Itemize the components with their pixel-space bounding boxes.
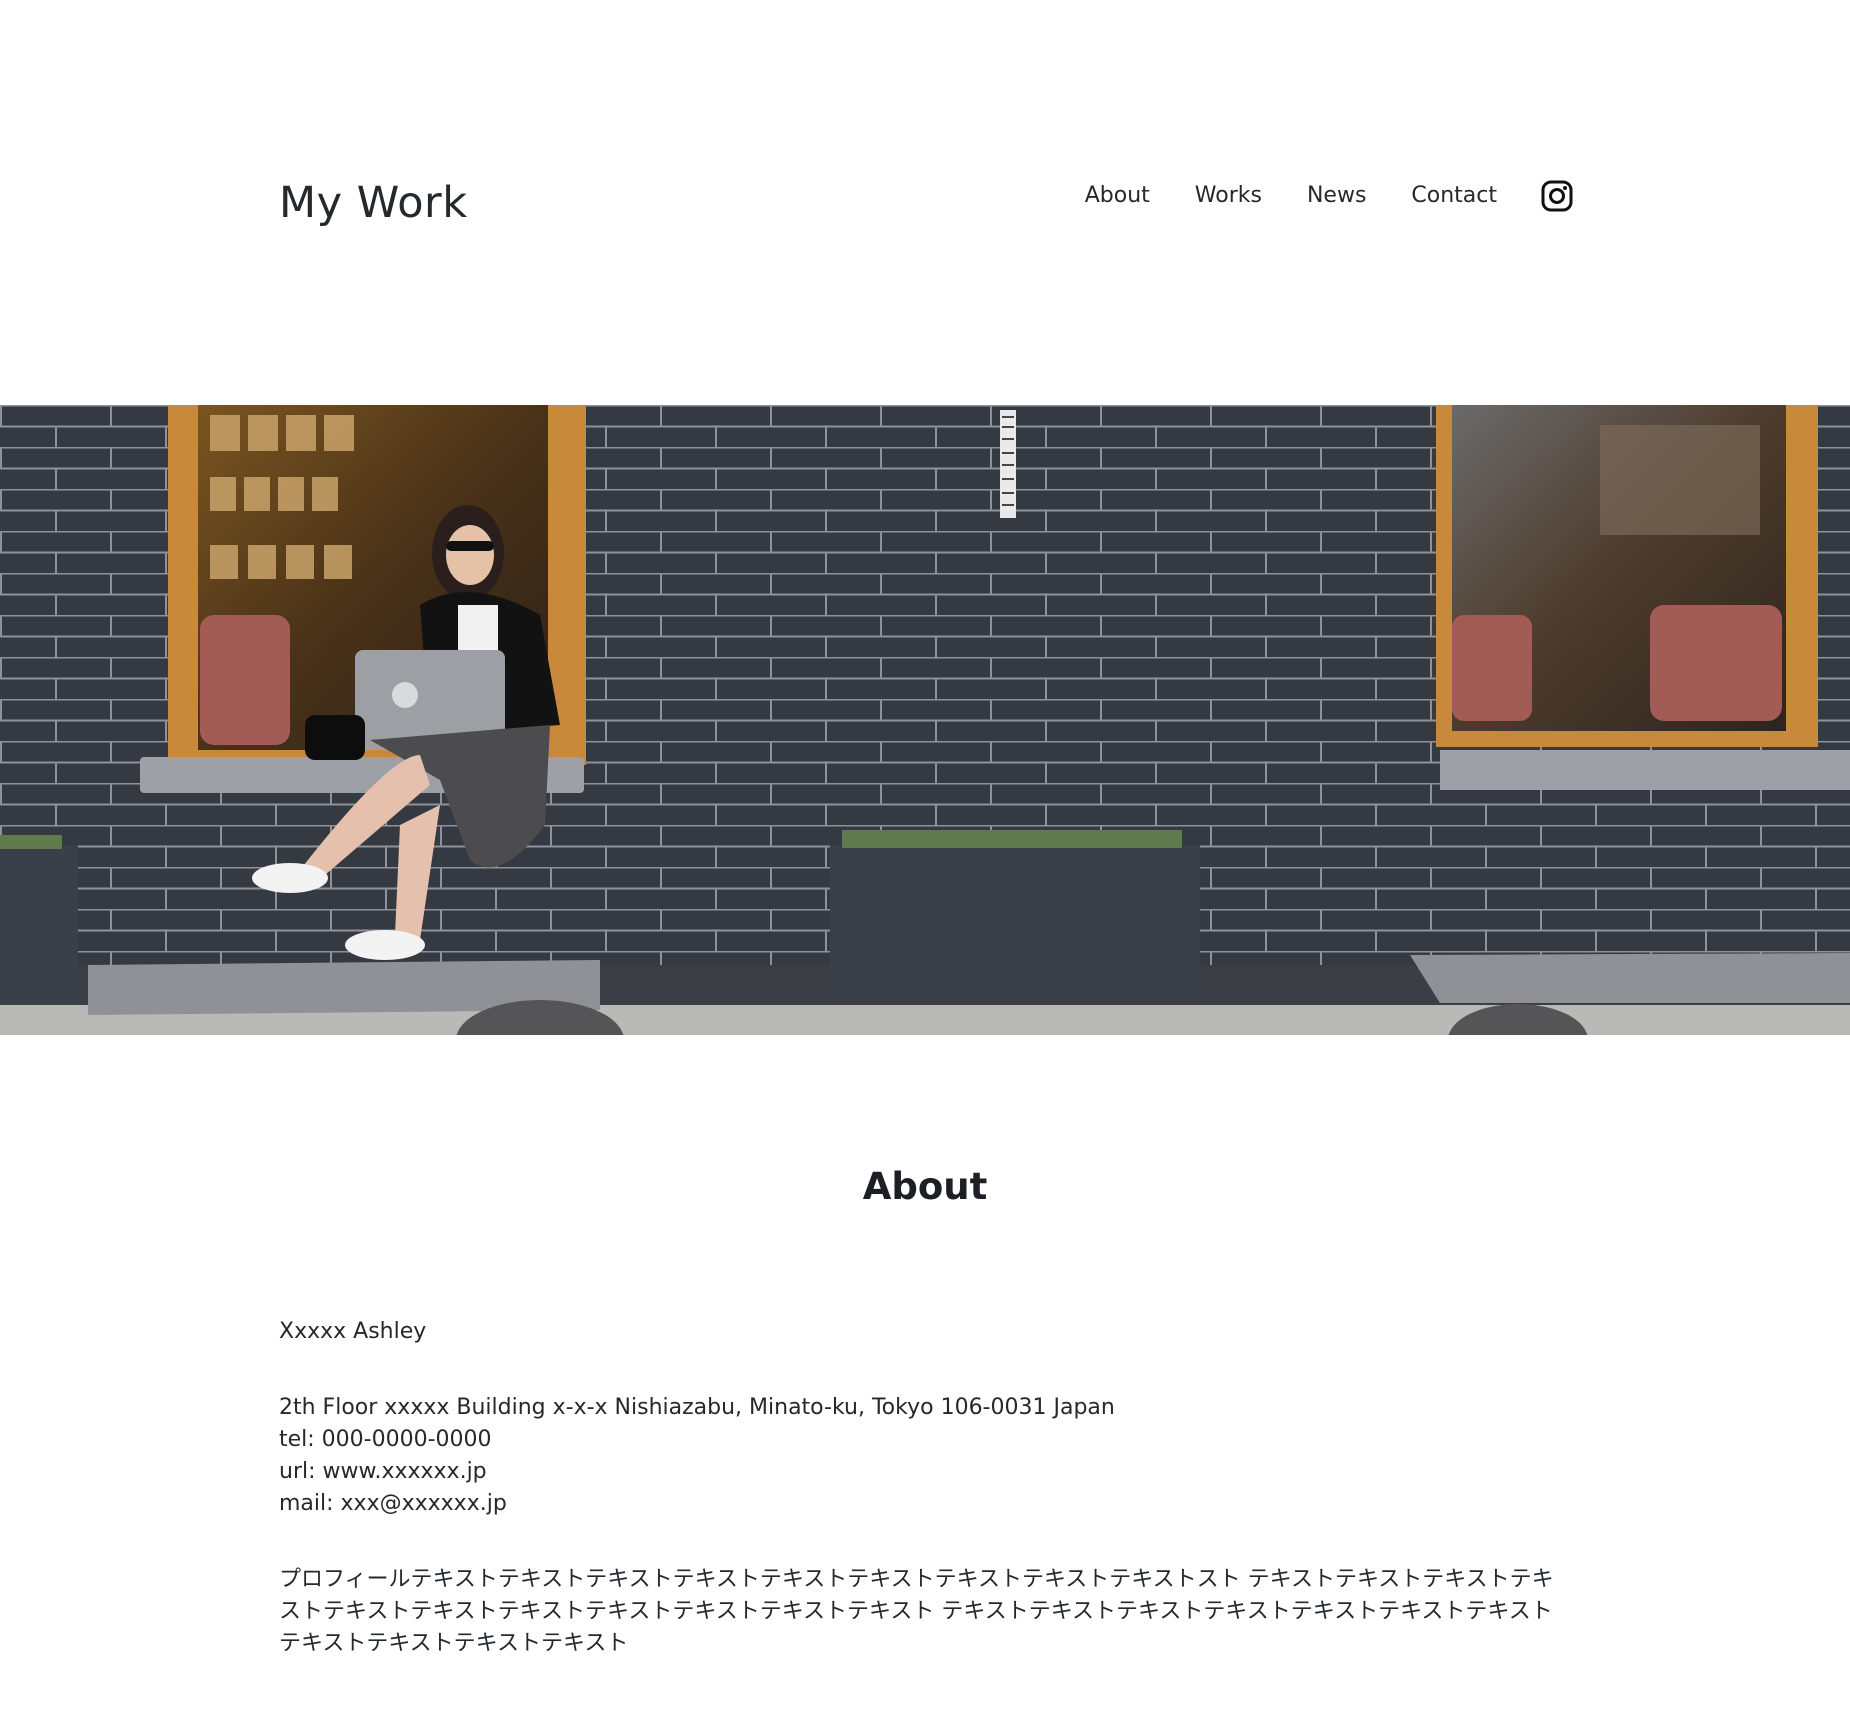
- site-header: My Work About Works News Contact: [279, 170, 1573, 240]
- site-title[interactable]: My Work: [279, 178, 468, 230]
- instagram-icon[interactable]: [1541, 180, 1573, 212]
- profile-name: Xxxxx Ashley: [279, 1319, 427, 1344]
- nav-about-link[interactable]: About: [1085, 185, 1150, 207]
- contact-info: 2th Floor xxxxx Building x-x-x Nishiazab…: [279, 1392, 1573, 1520]
- nav-news-link[interactable]: News: [1307, 185, 1366, 207]
- hero-image: [0, 405, 1850, 1035]
- hero-photo: [0, 405, 1850, 1035]
- main-nav: About Works News Contact: [1085, 180, 1573, 212]
- mail-text: mail: xxx@xxxxxx.jp: [279, 1491, 507, 1516]
- address-text: 2th Floor xxxxx Building x-x-x Nishiazab…: [279, 1395, 1115, 1420]
- tel-text: tel: 000-0000-0000: [279, 1427, 492, 1452]
- url-text: url: www.xxxxxx.jp: [279, 1459, 487, 1484]
- about-section: Xxxxx Ashley 2th Floor xxxxx Building x-…: [279, 1316, 1573, 1660]
- nav-works-link[interactable]: Works: [1195, 185, 1262, 207]
- about-heading: About: [862, 1165, 988, 1208]
- nav-contact-link[interactable]: Contact: [1411, 185, 1497, 207]
- profile-text: プロフィールテキストテキストテキストテキストテキストテキストテキストテキストテキ…: [279, 1567, 1554, 1656]
